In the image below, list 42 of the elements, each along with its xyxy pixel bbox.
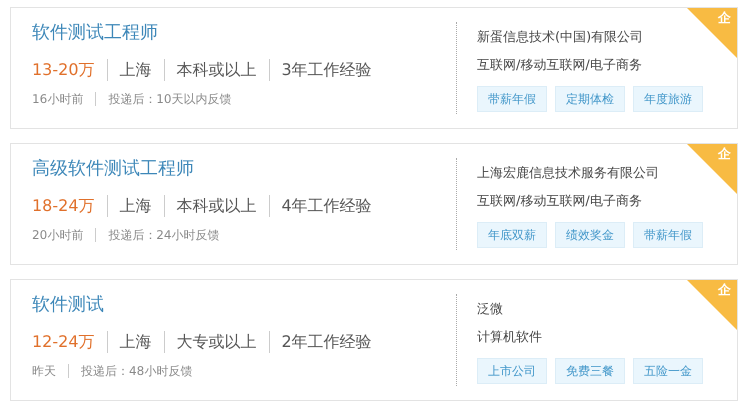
salary-text: 12-24万 xyxy=(32,331,94,353)
industry-text: 计算机软件 xyxy=(477,329,542,347)
education-text: 本科或以上 xyxy=(176,195,256,217)
feedback-text: 投递后：24小时反馈 xyxy=(108,227,220,243)
benefit-tag: 带薪年假 xyxy=(477,86,547,112)
posted-time: 昨天 xyxy=(32,363,56,379)
feedback-text: 投递后：48小时反馈 xyxy=(81,363,192,379)
city-text: 上海 xyxy=(120,331,152,353)
corner-ribbon xyxy=(687,144,737,194)
industry-text: 互联网/移动互联网/电子商务 xyxy=(477,193,642,211)
industry-text: 互联网/移动互联网/电子商务 xyxy=(477,57,642,75)
salary-text: 13-20万 xyxy=(32,59,94,81)
benefit-tag: 年度旅游 xyxy=(633,86,703,112)
benefit-tag: 绩效奖金 xyxy=(555,222,625,248)
benefit-tag: 定期体检 xyxy=(555,86,625,112)
job-title-link[interactable]: 软件测试 xyxy=(32,292,104,318)
enterprise-label: 企 xyxy=(718,147,731,163)
benefit-tag: 带薪年假 xyxy=(633,222,703,248)
benefit-tag: 五险一金 xyxy=(633,358,703,384)
city-text: 上海 xyxy=(120,59,152,81)
corner-ribbon xyxy=(687,8,737,58)
salary-text: 18-24万 xyxy=(32,195,94,217)
experience-text: 3年工作经验 xyxy=(282,59,372,81)
benefit-tag: 上市公司 xyxy=(477,358,547,384)
education-text: 本科或以上 xyxy=(176,59,256,81)
city-text: 上海 xyxy=(120,195,152,217)
experience-text: 4年工作经验 xyxy=(282,195,372,217)
benefit-tag: 年底双薪 xyxy=(477,222,547,248)
company-name: 上海宏鹿信息技术服务有限公司 xyxy=(477,165,659,183)
experience-text: 2年工作经验 xyxy=(282,331,372,353)
posted-time: 16小时前 xyxy=(32,91,84,107)
enterprise-label: 企 xyxy=(718,283,731,299)
posted-time: 20小时前 xyxy=(32,227,84,243)
company-name: 泛微 xyxy=(477,301,503,319)
education-text: 大专或以上 xyxy=(176,331,256,353)
benefit-tag: 免费三餐 xyxy=(555,358,625,384)
job-title-link[interactable]: 高级软件测试工程师 xyxy=(32,156,194,182)
feedback-text: 投递后：10天以内反馈 xyxy=(108,91,232,107)
job-title-link[interactable]: 软件测试工程师 xyxy=(32,20,158,46)
corner-ribbon xyxy=(687,280,737,330)
enterprise-label: 企 xyxy=(718,11,731,27)
company-name: 新蛋信息技术(中国)有限公司 xyxy=(477,29,644,47)
